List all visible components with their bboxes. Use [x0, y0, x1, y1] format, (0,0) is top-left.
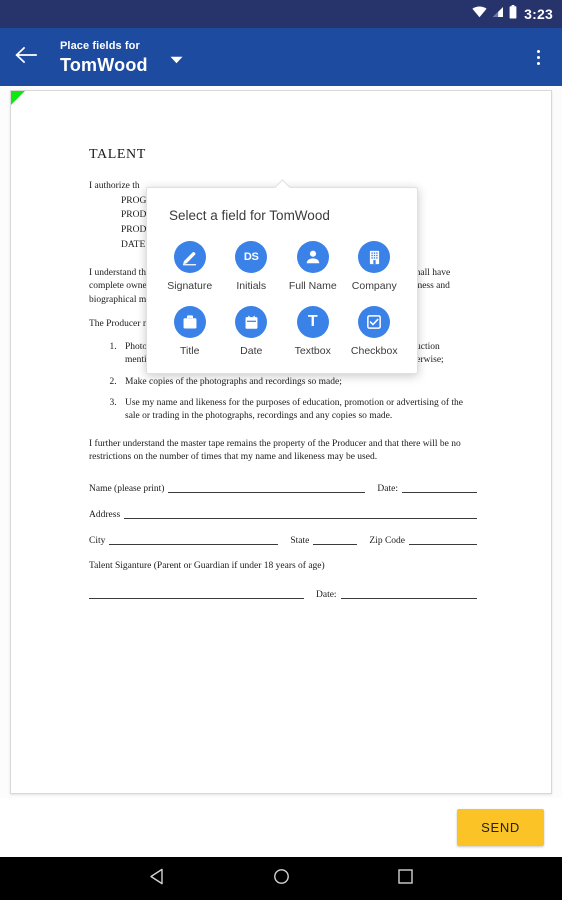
- company-building-icon: [358, 241, 391, 273]
- briefcase-icon: [173, 306, 206, 338]
- document-title: TALENT: [89, 147, 146, 162]
- address-label: Address: [89, 509, 121, 520]
- back-button[interactable]: [0, 28, 52, 86]
- field-option-label: Full Name: [288, 280, 337, 292]
- field-option-label: Date: [240, 345, 263, 357]
- state-rule: [313, 535, 358, 545]
- field-option-signature[interactable]: Signature: [159, 241, 221, 292]
- name-rule: [168, 483, 366, 493]
- list-item: Make copies of the photographs and recor…: [119, 376, 479, 389]
- field-option-label: Signature: [167, 280, 213, 292]
- overflow-menu-icon: [536, 49, 540, 53]
- state-label: State: [290, 535, 310, 546]
- field-option-textbox[interactable]: T Textbox: [282, 306, 344, 357]
- battery-icon: [509, 4, 517, 24]
- checkbox-icon: [358, 306, 391, 338]
- nav-recents-icon: [397, 868, 413, 889]
- signature-rule: [89, 589, 304, 599]
- name-field-row: Name (please print) Date:: [89, 483, 479, 494]
- popup-title: Select a field for TomWood: [169, 208, 330, 223]
- page-corner-marker: [11, 91, 25, 105]
- address-rule: [124, 509, 477, 519]
- zip-label: Zip Code: [369, 535, 405, 546]
- nav-back-button[interactable]: [137, 857, 177, 900]
- field-option-date[interactable]: Date: [221, 306, 283, 357]
- nav-home-button[interactable]: [261, 857, 301, 900]
- back-arrow-icon: [15, 46, 37, 69]
- send-action-bar: SEND: [0, 798, 562, 857]
- initials-icon: DS: [235, 241, 268, 273]
- overflow-menu-icon: [536, 61, 540, 65]
- status-time: 3:23: [524, 6, 553, 22]
- person-icon: [296, 241, 329, 273]
- field-option-full-name[interactable]: Full Name: [282, 241, 344, 292]
- list-item: Use my name and likeness for the purpose…: [119, 397, 479, 424]
- overflow-menu-button[interactable]: [514, 28, 562, 86]
- toolbar-title-block[interactable]: Place fields for TomWood: [60, 39, 148, 75]
- status-bar: 3:23: [0, 0, 562, 28]
- signal-icon: [492, 5, 504, 23]
- date-rule: [402, 483, 477, 493]
- city-label: City: [89, 535, 106, 546]
- field-picker-popup[interactable]: Select a field for TomWood Signature DS: [146, 187, 418, 374]
- signature-field-row: Date:: [89, 589, 479, 600]
- document-viewport[interactable]: TALENT I authorize th PROG PROD PROD DAT…: [0, 86, 562, 798]
- signature-date-label: Date:: [316, 589, 337, 600]
- toolbar-overline: Place fields for: [60, 39, 140, 52]
- field-option-label: Company: [351, 280, 397, 292]
- field-option-title[interactable]: Title: [159, 306, 221, 357]
- nav-recents-button[interactable]: [385, 857, 425, 900]
- signature-date-rule: [340, 589, 477, 599]
- android-navigation-bar: [0, 857, 562, 900]
- page-title: TomWood: [60, 54, 148, 75]
- address-field-row: Address: [89, 509, 479, 520]
- textbox-glyph: T: [307, 313, 318, 330]
- nav-home-icon: [273, 868, 290, 890]
- document-paragraph: I further understand the master tape rem…: [89, 438, 461, 463]
- popup-arrow-icon: [273, 179, 291, 188]
- app-root: 3:23 Place fields for TomWood TALENT I a…: [0, 0, 562, 900]
- top-app-bar: Place fields for TomWood: [0, 28, 562, 86]
- city-rule: [109, 535, 279, 545]
- nav-back-icon: [149, 868, 165, 890]
- wifi-icon: [472, 5, 487, 23]
- overflow-menu-icon: [536, 55, 540, 59]
- chevron-down-icon: [170, 51, 183, 69]
- zip-rule: [409, 535, 477, 545]
- signature-instruction-row: Talent Siganture (Parent or Guardian if …: [89, 561, 479, 571]
- city-field-row: City State Zip Code: [89, 535, 479, 546]
- field-option-checkbox[interactable]: Checkbox: [344, 306, 406, 357]
- field-option-label: Checkbox: [350, 345, 398, 357]
- signature-pen-icon: [173, 241, 206, 273]
- name-label: Name (please print): [89, 483, 165, 494]
- signature-label: Talent Siganture (Parent or Guardian if …: [89, 560, 325, 571]
- field-options-grid: Signature DS Initials Full Name Company …: [159, 241, 405, 357]
- field-option-label: Initials: [236, 280, 267, 292]
- initials-glyph: DS: [243, 250, 259, 263]
- field-option-label: Textbox: [294, 345, 331, 357]
- textbox-icon: T: [296, 306, 329, 338]
- send-button[interactable]: SEND: [457, 809, 544, 846]
- date-label: Date:: [377, 483, 398, 494]
- field-option-company[interactable]: Company: [344, 241, 406, 292]
- field-option-label: Title: [180, 345, 200, 357]
- field-option-initials[interactable]: DS Initials: [221, 241, 283, 292]
- recipient-dropdown-button[interactable]: [170, 51, 183, 69]
- calendar-icon: [235, 306, 268, 338]
